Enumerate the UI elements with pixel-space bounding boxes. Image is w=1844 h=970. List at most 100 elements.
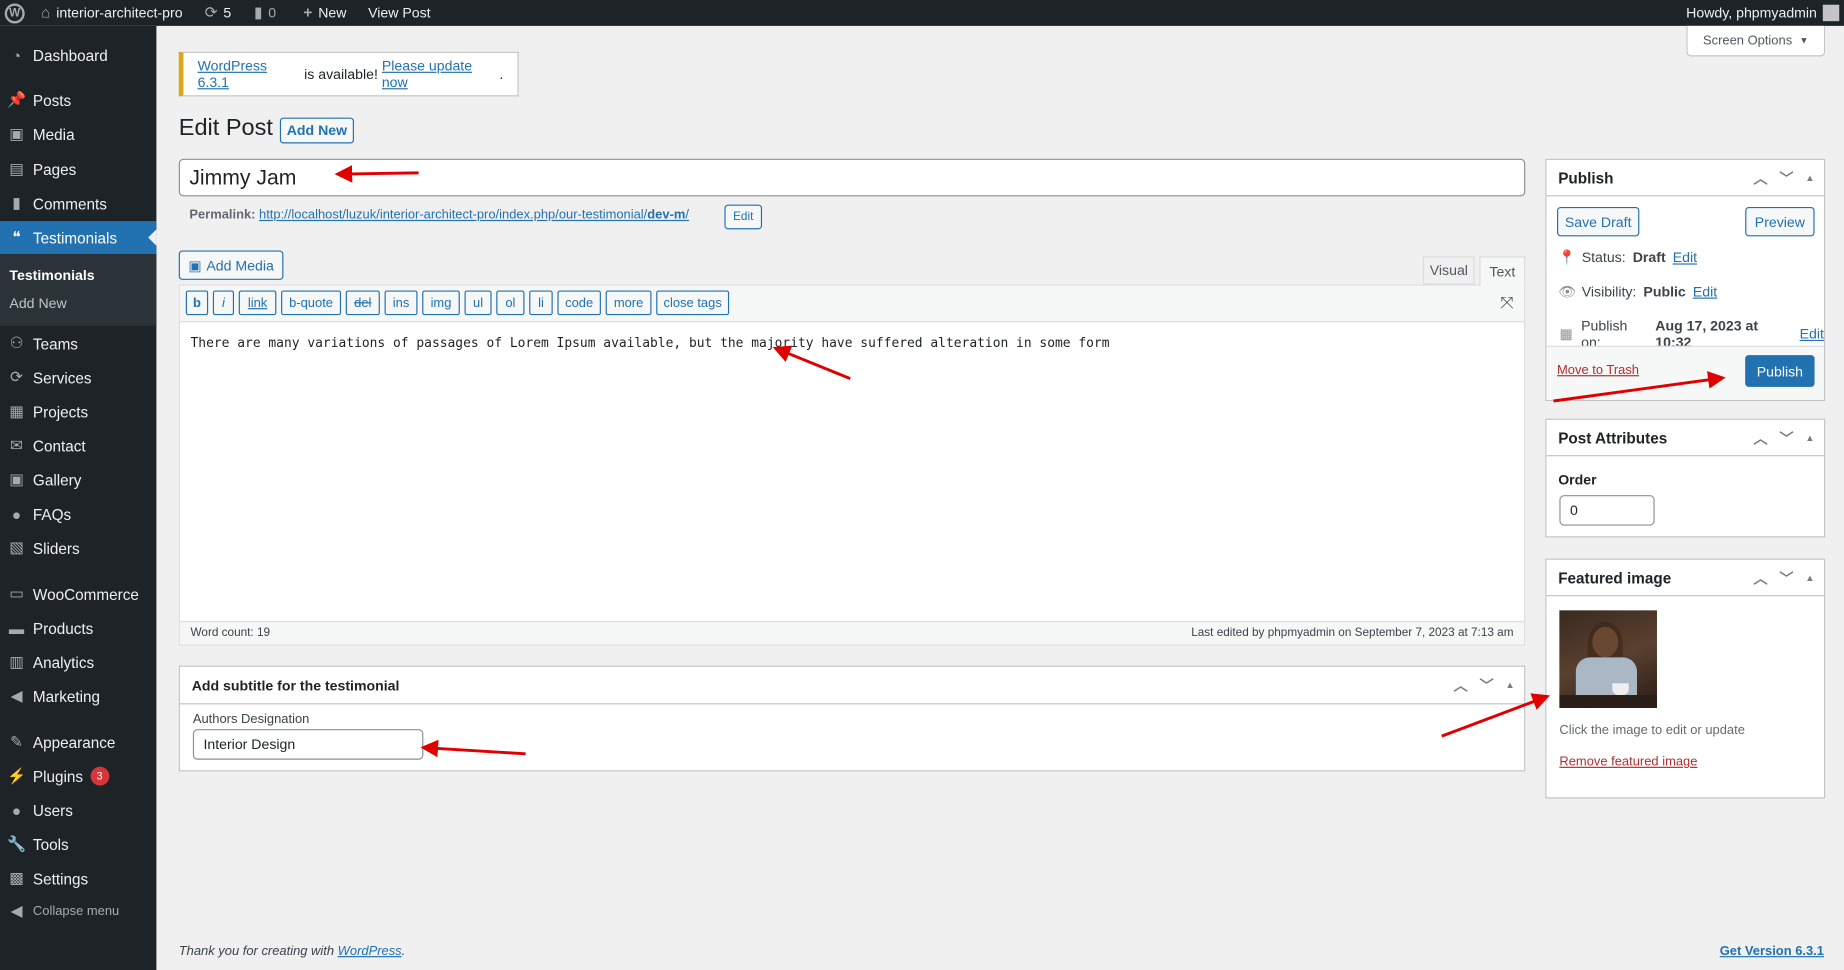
update-now-link[interactable]: Please update now	[382, 58, 500, 91]
quicktag-link-button[interactable]: link	[238, 290, 277, 316]
wordpress-logo-icon[interactable]: W	[4, 0, 25, 26]
fullscreen-icon[interactable]: ⤧	[1500, 293, 1513, 313]
submenu-item-testimonials[interactable]: Testimonials	[9, 267, 94, 283]
move-up-icon[interactable]: ︿	[1753, 427, 1767, 447]
status-row: 📍 Status: Draft Edit	[1558, 249, 1698, 266]
move-up-icon[interactable]: ︿	[1753, 567, 1767, 587]
sidebar-item-woocommerce[interactable]: ▭ WooCommerce	[0, 577, 156, 610]
quicktag-close-tags-button[interactable]: close tags	[656, 290, 730, 316]
chat-icon: ●	[11, 505, 22, 523]
site-name-link[interactable]: ⌂ interior-architect-pro	[41, 0, 182, 26]
sidebar-item-services[interactable]: ⟳ Services	[0, 361, 156, 394]
get-version-link[interactable]: Get Version 6.3.1	[1720, 944, 1824, 958]
remove-featured-image-link[interactable]: Remove featured image	[1559, 755, 1697, 769]
toggle-icon[interactable]: ▲	[1805, 572, 1814, 583]
sidebar-item-faqs[interactable]: ● FAQs	[0, 497, 156, 530]
quicktag-i-button[interactable]: i	[212, 290, 235, 316]
preview-button[interactable]: Preview	[1745, 206, 1815, 237]
quicktag-ul-button[interactable]: ul	[464, 290, 492, 316]
footer-thanks: Thank you for creating with WordPress.	[178, 944, 406, 959]
sidebar-item-plugins[interactable]: ⚡ Plugins 3	[0, 760, 156, 793]
tab-visual[interactable]: Visual	[1422, 256, 1475, 285]
move-down-icon[interactable]: ﹀	[1779, 168, 1793, 188]
add-media-button[interactable]: ▣ Add Media	[178, 250, 284, 280]
publish-button[interactable]: Publish	[1745, 355, 1815, 387]
sidebar-item-testimonials[interactable]: ❝ Testimonials	[0, 221, 157, 255]
order-input[interactable]: 0	[1559, 495, 1655, 526]
content-textarea[interactable]: There are many variations of passages of…	[191, 335, 1110, 350]
metabox-title: Publish	[1558, 168, 1614, 187]
view-post-link[interactable]: View Post	[368, 0, 430, 26]
media-icon: ▣	[9, 470, 24, 489]
sidebar-item-pages[interactable]: ▤ Pages	[0, 153, 156, 186]
sidebar-item-analytics[interactable]: ▥ Analytics	[0, 646, 156, 679]
submenu-item-add-new[interactable]: Add New	[9, 295, 66, 311]
toggle-icon[interactable]: ▲	[1505, 680, 1514, 691]
sidebar-item-label: Dashboard	[32, 46, 108, 65]
sidebar-item-dashboard[interactable]: ◔ Dashboard	[0, 39, 156, 72]
featured-image-hint: Click the image to edit or update	[1559, 723, 1745, 738]
quicktag-b-quote-button[interactable]: b-quote	[281, 290, 342, 316]
edit-date-link[interactable]: Edit	[1800, 326, 1824, 342]
quicktag-del-button[interactable]: del	[345, 290, 380, 316]
pages-icon: ▤	[9, 159, 24, 178]
post-title-input[interactable]: Jimmy Jam	[178, 158, 1526, 197]
sidebar-item-users[interactable]: ● Users	[0, 794, 156, 827]
groups-icon: ⚇	[9, 333, 24, 352]
quicktag-ins-button[interactable]: ins	[384, 290, 418, 316]
move-up-icon[interactable]: ︿	[1454, 675, 1468, 695]
admin-bar: W ⌂ interior-architect-pro ⟳ 5 ▮ 0 + New Vie…	[0, 0, 1844, 26]
edit-status-link[interactable]: Edit	[1673, 249, 1697, 265]
permalink-link[interactable]: http://localhost/luzuk/interior-architec…	[259, 208, 689, 222]
comments-link[interactable]: ▮ 0	[254, 0, 276, 26]
save-draft-button[interactable]: Save Draft	[1557, 206, 1640, 237]
add-new-button[interactable]: Add New	[279, 117, 354, 144]
toggle-icon[interactable]: ▲	[1805, 432, 1814, 443]
move-to-trash-link[interactable]: Move to Trash	[1557, 363, 1639, 377]
move-down-icon[interactable]: ﹀	[1779, 427, 1793, 447]
comment-icon: ▮	[254, 3, 263, 22]
my-account-link[interactable]: Howdy, phpmyadmin	[1686, 0, 1840, 26]
screen-options-button[interactable]: Screen Options ▼	[1686, 25, 1826, 57]
wordpress-link[interactable]: WordPress	[338, 944, 402, 958]
new-content-link[interactable]: + New	[303, 0, 346, 26]
updates-link[interactable]: ⟳ 5	[205, 0, 232, 26]
designation-input[interactable]: Interior Design	[192, 729, 424, 760]
sidebar-item-contact[interactable]: ✉ Contact	[0, 429, 156, 462]
toggle-icon[interactable]: ▲	[1805, 172, 1814, 183]
sidebar-item-tools[interactable]: 🔧 Tools	[0, 828, 156, 861]
edit-visibility-link[interactable]: Edit	[1693, 283, 1717, 299]
sidebar-item-media[interactable]: ▣ Media	[0, 118, 156, 151]
quicktag-img-button[interactable]: img	[422, 290, 460, 316]
quicktag-code-button[interactable]: code	[557, 290, 601, 316]
email-icon: ✉	[10, 436, 23, 454]
tab-text[interactable]: Text	[1479, 256, 1526, 286]
quicktag-ol-button[interactable]: ol	[496, 290, 525, 316]
sidebar-item-sliders[interactable]: ▧ Sliders	[0, 532, 156, 565]
sidebar-item-projects[interactable]: ▦ Projects	[0, 395, 156, 428]
move-up-icon[interactable]: ︿	[1753, 168, 1767, 188]
post-attributes-metabox: Post Attributes ︿ ﹀ ▲ Order 0	[1545, 418, 1826, 538]
edit-permalink-button[interactable]: Edit	[724, 204, 763, 230]
sidebar-item-gallery[interactable]: ▣ Gallery	[0, 463, 156, 496]
sidebar-item-products[interactable]: ▬ Products	[0, 612, 156, 645]
quicktag-li-button[interactable]: li	[529, 290, 553, 316]
collapse-menu-button[interactable]: ◀ Collapse menu	[0, 895, 156, 928]
quicktag-more-button[interactable]: more	[605, 290, 652, 316]
sidebar-item-teams[interactable]: ⚇ Teams	[0, 327, 156, 360]
pin-icon: 📌	[6, 90, 26, 109]
sidebar-item-label: Plugins	[32, 767, 84, 785]
wordpress-version-link[interactable]: WordPress 6.3.1	[198, 58, 301, 91]
sidebar-item-marketing[interactable]: ◀ Marketing	[0, 680, 156, 713]
quicktag-b-button[interactable]: b	[185, 290, 209, 316]
sidebar-item-appearance[interactable]: ✎ Appearance	[0, 726, 156, 759]
settings-icon: ▩	[9, 869, 24, 887]
sidebar-item-label: Projects	[32, 402, 89, 421]
sidebar-item-posts[interactable]: 📌 Posts	[0, 83, 156, 116]
sidebar-item-comments[interactable]: ▮ Comments	[0, 187, 156, 220]
publish-metabox: Publish ︿ ﹀ ▲ Save Draft Preview 📍 Status: D…	[1545, 158, 1826, 402]
featured-image[interactable]	[1559, 610, 1657, 708]
move-down-icon[interactable]: ﹀	[1779, 567, 1793, 587]
move-down-icon[interactable]: ﹀	[1479, 675, 1493, 695]
sidebar-item-settings[interactable]: ▩ Settings	[0, 862, 156, 895]
